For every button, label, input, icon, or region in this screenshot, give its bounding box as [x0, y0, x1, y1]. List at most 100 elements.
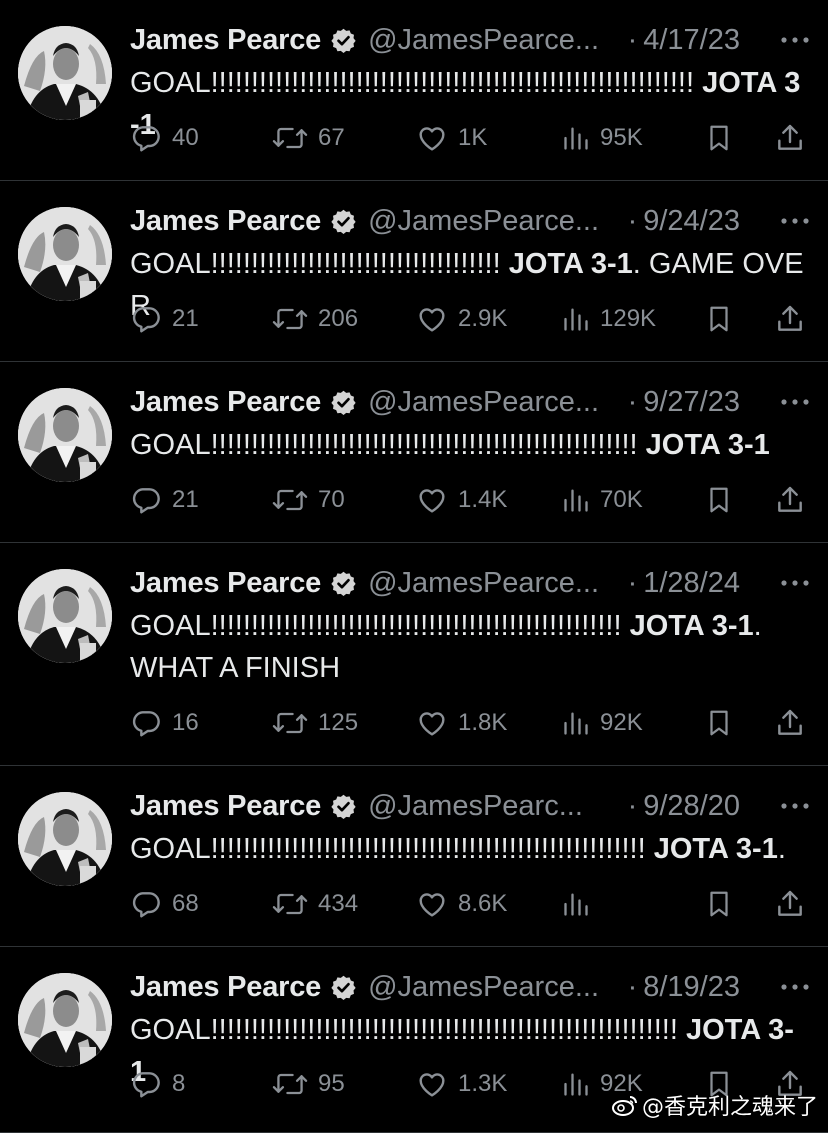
- author-handle[interactable]: @JamesPearce...: [368, 971, 623, 1004]
- more-icon[interactable]: [770, 579, 810, 587]
- share-button[interactable]: [774, 707, 806, 739]
- share-button[interactable]: [774, 484, 806, 516]
- tweet[interactable]: James Pearce @JamesPearce... · 4/17/23 G…: [0, 0, 828, 181]
- views-icon: [564, 893, 588, 916]
- like-button[interactable]: 1.4K: [416, 484, 507, 516]
- tweet-date[interactable]: 9/27/23: [643, 386, 740, 419]
- retweet-button[interactable]: 206: [272, 303, 358, 335]
- like-icon: [419, 127, 445, 151]
- share-button[interactable]: [774, 303, 806, 335]
- tweet-header: James Pearce @JamesPearce... · 4/17/23: [130, 22, 810, 58]
- avatar[interactable]: [18, 207, 112, 301]
- bookmark-button[interactable]: [704, 888, 734, 920]
- author-handle[interactable]: @JamesPearc...: [368, 790, 623, 823]
- author-handle[interactable]: @JamesPearce...: [368, 386, 623, 419]
- retweet-button[interactable]: 67: [272, 122, 345, 154]
- author-name[interactable]: James Pearce: [130, 24, 321, 57]
- author-name[interactable]: James Pearce: [130, 971, 321, 1004]
- tweet-actions: 40 67 1K 95K: [130, 118, 810, 158]
- avatar[interactable]: [18, 26, 112, 120]
- watermark-text: @香克利之魂来了: [641, 1095, 818, 1120]
- views-button[interactable]: 70K: [562, 485, 643, 515]
- tweet-text: GOAL!!!!!!!!!!!!!!!!!!!!!!!!!!!!!!!!!!!!…: [130, 828, 810, 870]
- views-button[interactable]: 129K: [562, 304, 656, 334]
- share-button[interactable]: [774, 888, 806, 920]
- author-name[interactable]: James Pearce: [130, 205, 321, 238]
- views-button[interactable]: 92K: [562, 708, 643, 738]
- more-icon[interactable]: [770, 398, 810, 406]
- author-handle[interactable]: @JamesPearce...: [368, 205, 623, 238]
- bookmark-button[interactable]: [704, 707, 734, 739]
- tweet-header: James Pearce @JamesPearce... · 9/27/23: [130, 384, 810, 420]
- reply-button[interactable]: 68: [130, 888, 199, 920]
- like-icon: [419, 308, 445, 332]
- reply-count: 8: [172, 1070, 186, 1097]
- retweet-button[interactable]: 125: [272, 707, 358, 739]
- tweet-text-prefix: GOAL!!!!!!!!!!!!!!!!!!!!!!!!!!!!!!!!!!!!…: [130, 429, 646, 461]
- tweet-date[interactable]: 9/24/23: [643, 205, 740, 238]
- separator-dot: ·: [627, 204, 638, 237]
- tweet[interactable]: James Pearce @JamesPearce... · 9/24/23 G…: [0, 181, 828, 362]
- reply-icon: [132, 711, 160, 737]
- reply-icon: [132, 307, 160, 333]
- tweet-header: James Pearce @JamesPearce... · 1/28/24: [130, 565, 810, 601]
- tweet[interactable]: James Pearce @JamesPearc... · 9/28/20 GO…: [0, 766, 828, 947]
- views-icon: [564, 127, 588, 150]
- retweet-button[interactable]: 95: [272, 1068, 345, 1100]
- tweet-date[interactable]: 8/19/23: [643, 971, 740, 1004]
- reply-icon: [132, 1072, 160, 1098]
- retweet-button[interactable]: 70: [272, 484, 345, 516]
- reply-button[interactable]: 8: [130, 1068, 185, 1100]
- author-name[interactable]: James Pearce: [130, 567, 321, 600]
- avatar[interactable]: [18, 973, 112, 1067]
- like-button[interactable]: 1K: [416, 122, 487, 154]
- tweet-feed: James Pearce @JamesPearce... · 4/17/23 G…: [0, 0, 828, 1133]
- avatar[interactable]: [18, 792, 112, 886]
- reply-button[interactable]: 21: [130, 484, 199, 516]
- tweet-date[interactable]: 9/28/20: [643, 790, 740, 823]
- avatar[interactable]: [18, 569, 112, 663]
- separator-dot: ·: [627, 385, 638, 418]
- bookmark-button[interactable]: [704, 122, 734, 154]
- tweet-date[interactable]: 1/28/24: [643, 567, 740, 600]
- tweet[interactable]: James Pearce @JamesPearce... · 1/28/24 G…: [0, 543, 828, 766]
- author-name[interactable]: James Pearce: [130, 386, 321, 419]
- reply-icon: [132, 488, 160, 514]
- more-icon[interactable]: [770, 217, 810, 225]
- author-handle[interactable]: @JamesPearce...: [368, 567, 623, 600]
- reply-count: 21: [172, 486, 199, 513]
- like-button[interactable]: 1.3K: [416, 1068, 507, 1100]
- views-icon: [564, 712, 588, 735]
- more-icon[interactable]: [770, 36, 810, 44]
- author-name[interactable]: James Pearce: [130, 790, 321, 823]
- views-button[interactable]: 95K: [562, 123, 643, 153]
- like-icon: [419, 1073, 445, 1097]
- avatar[interactable]: [18, 388, 112, 482]
- reply-count: 68: [172, 890, 199, 917]
- bookmark-button[interactable]: [704, 303, 734, 335]
- reply-button[interactable]: 16: [130, 707, 199, 739]
- reply-button[interactable]: 40: [130, 122, 199, 154]
- tweet-header: James Pearce @JamesPearce... · 8/19/23: [130, 969, 810, 1005]
- tweet-text-bold: JOTA 3-1: [645, 429, 770, 461]
- bookmark-button[interactable]: [704, 484, 734, 516]
- share-button[interactable]: [774, 122, 806, 154]
- more-icon[interactable]: [770, 983, 810, 991]
- tweet-header: James Pearce @JamesPearc... · 9/28/20: [130, 788, 810, 824]
- reply-button[interactable]: 21: [130, 303, 199, 335]
- retweet-button[interactable]: 434: [272, 888, 358, 920]
- like-button[interactable]: 8.6K: [416, 888, 507, 920]
- retweet-count: 70: [318, 486, 345, 513]
- tweet-text-prefix: GOAL!!!!!!!!!!!!!!!!!!!!!!!!!!!!!!!!!!!!…: [130, 67, 703, 99]
- like-button[interactable]: 2.9K: [416, 303, 507, 335]
- tweet[interactable]: James Pearce @JamesPearce... · 9/27/23 G…: [0, 362, 828, 543]
- author-handle[interactable]: @JamesPearce...: [368, 24, 623, 57]
- separator-dot: ·: [627, 23, 638, 56]
- like-button[interactable]: 1.8K: [416, 707, 507, 739]
- retweet-icon: [272, 489, 308, 511]
- tweet-text-bold: JOTA 3-1: [629, 610, 754, 642]
- tweet-date[interactable]: 4/17/23: [643, 24, 740, 57]
- views-button[interactable]: [562, 889, 600, 919]
- views-count: 95K: [600, 124, 643, 151]
- more-icon[interactable]: [770, 802, 810, 810]
